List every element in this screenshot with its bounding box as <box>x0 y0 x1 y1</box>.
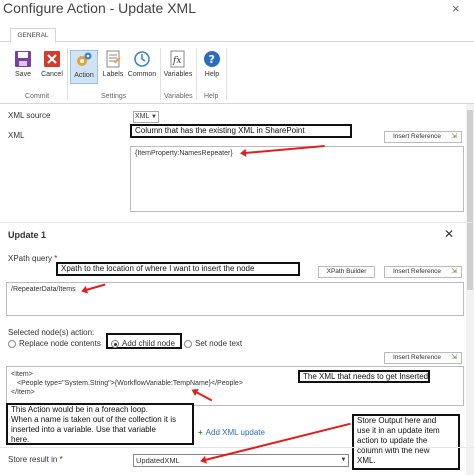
callout-store-line: XML. <box>357 456 376 465</box>
insert-reference-label: Insert Reference <box>393 354 442 361</box>
chevron-down-icon[interactable]: ▼ <box>339 455 348 466</box>
ribbon-group-divider <box>226 48 227 100</box>
xml-textarea[interactable]: {ItemProperty:NamesRepeater} <box>130 146 464 212</box>
group-label-help: Help <box>204 93 219 100</box>
store-result-label-text: Store result in <box>8 455 58 464</box>
callout-store-line: use it in an update item <box>357 426 440 435</box>
store-result-label: Store result in * <box>8 455 63 464</box>
tab-general[interactable]: GENERAL <box>10 28 56 43</box>
common-label: Common <box>127 71 157 78</box>
callout-foreach-line: This Action would be in a foreach loop. <box>11 405 148 414</box>
window-title: Configure Action - Update XML <box>3 0 196 16</box>
section-divider <box>0 447 474 448</box>
variables-button[interactable]: fx Variables <box>163 50 193 84</box>
callout-column: Column that has the existing XML in Shar… <box>130 124 352 138</box>
common-icon <box>134 51 150 67</box>
section-divider <box>0 222 474 223</box>
callout-foreach-line: here. <box>11 435 30 444</box>
save-label: Save <box>15 71 31 78</box>
callout-xml-insert: The XML that needs to get Inserted. <box>298 370 430 383</box>
xml-source-label: XML source <box>8 111 51 120</box>
xpath-label: XPath query * <box>8 254 57 263</box>
group-label-variables: Variables <box>164 93 193 100</box>
ribbon-group-divider <box>196 48 197 100</box>
callout-store-line: action to update the <box>357 436 428 445</box>
labels-button[interactable]: Labels <box>100 50 126 84</box>
xpath-label-text: XPath query <box>8 254 53 263</box>
variables-fx-icon: fx <box>170 50 185 68</box>
action-label: Action <box>74 72 94 79</box>
radio-add-label: Add child node <box>122 339 175 348</box>
svg-text:?: ? <box>209 53 215 66</box>
chevron-down-icon[interactable]: ▼ <box>150 111 159 123</box>
insert-arrow-icon: ⇲ <box>451 354 457 361</box>
store-result-select[interactable]: UpdatedXML <box>133 454 349 467</box>
labels-label: Labels <box>102 71 124 78</box>
cancel-icon <box>44 51 60 67</box>
callout-foreach: This Action would be in a foreach loop. … <box>6 403 194 445</box>
xml-label: XML <box>8 131 25 140</box>
radio-set-node-text[interactable] <box>184 340 192 348</box>
add-xml-update-label: Add XML update <box>205 428 265 437</box>
add-xml-update-link[interactable]: + Add XML update <box>198 428 265 437</box>
ribbon-group-divider <box>160 48 161 100</box>
xml-value: {ItemProperty:NamesRepeater} <box>135 150 233 157</box>
help-icon: ? <box>204 51 220 67</box>
update-header: Update 1 <box>8 230 47 240</box>
radio-add-child-node[interactable] <box>111 340 119 348</box>
group-label-commit: Commit <box>25 93 50 100</box>
xpath-builder-button[interactable]: XPath Builder <box>318 266 375 278</box>
group-label-settings: Settings <box>101 93 127 100</box>
ribbon-group-divider <box>67 48 68 100</box>
insert-reference-button-xml[interactable]: Insert Reference ⇲ <box>384 131 462 143</box>
action-gears-icon <box>77 52 92 66</box>
callout-store: Store Output here and use it in an updat… <box>352 414 460 470</box>
cancel-label: Cancel <box>41 71 63 78</box>
radio-replace-node[interactable] <box>8 340 16 348</box>
insert-reference-label: Insert Reference <box>393 268 442 275</box>
callout-foreach-line: When a name is taken out of the collecti… <box>11 415 176 424</box>
radio-set-label: Set node text <box>195 339 243 348</box>
xpath-textarea[interactable]: /RepeaterData/Items <box>6 282 464 316</box>
radio-replace-label: Replace node contents <box>19 339 101 348</box>
selected-action-label: Selected node(s) action: <box>8 328 95 337</box>
save-button[interactable]: Save <box>10 50 36 84</box>
help-button[interactable]: ? Help <box>200 50 224 84</box>
ribbon-tab-row <box>0 24 474 42</box>
remove-update-icon[interactable]: ✕ <box>444 227 454 241</box>
variables-label: Variables <box>163 71 193 78</box>
cancel-button[interactable]: Cancel <box>38 50 66 84</box>
action-button[interactable]: Action <box>70 50 98 84</box>
required-mark: * <box>59 455 63 464</box>
labels-icon <box>106 50 121 68</box>
callout-store-line: Store Output here and <box>357 416 437 425</box>
add-icon: + <box>198 428 203 437</box>
insert-reference-button-node[interactable]: Insert Reference ⇲ <box>384 352 462 364</box>
scrollbar-thumb[interactable] <box>467 110 473 290</box>
insert-arrow-icon: ⇲ <box>451 133 457 140</box>
insert-reference-button-xpath[interactable]: Insert Reference ⇲ <box>384 266 462 278</box>
save-icon <box>15 51 31 67</box>
xpath-value: /RepeaterData/Items <box>11 286 76 293</box>
insert-arrow-icon: ⇲ <box>451 268 457 275</box>
svg-text:fx: fx <box>172 56 181 66</box>
callout-xpath: Xpath to the location of where I want to… <box>56 262 300 276</box>
help-label: Help <box>204 71 220 78</box>
callout-foreach-line: inserted into a variable. Use that varia… <box>11 425 156 434</box>
common-button[interactable]: Common <box>127 50 157 84</box>
xml-insert-line: </Item> <box>11 389 35 396</box>
close-icon[interactable]: × <box>452 1 460 16</box>
insert-reference-label: Insert Reference <box>393 133 442 140</box>
